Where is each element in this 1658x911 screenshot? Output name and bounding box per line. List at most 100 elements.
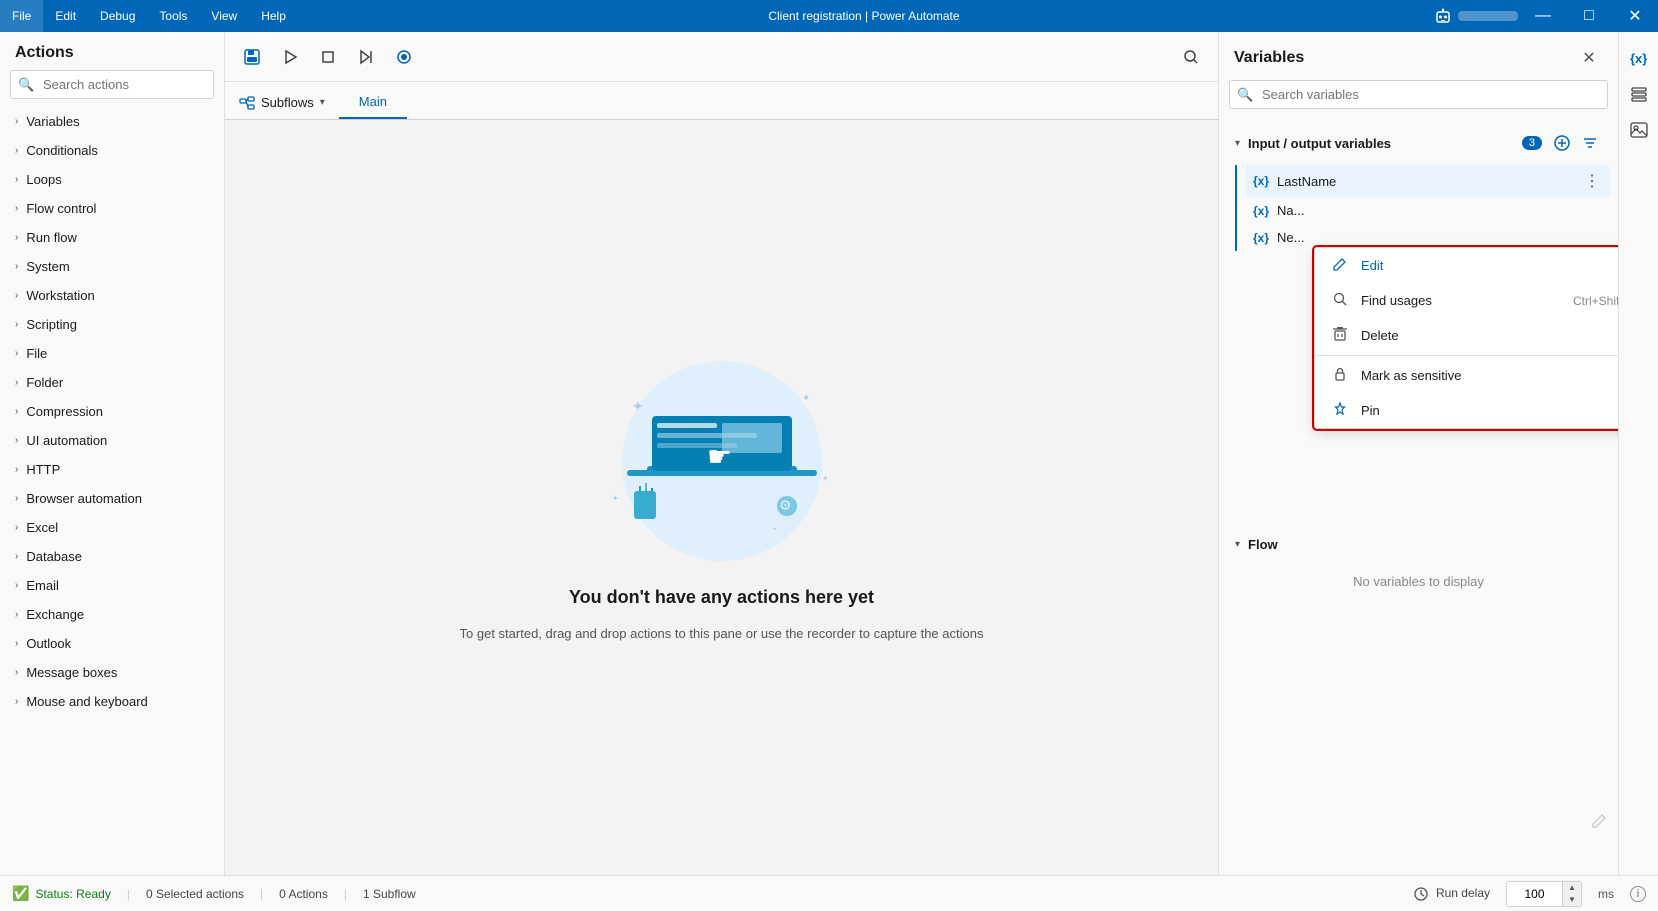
- toolbar: [225, 32, 1218, 82]
- actions-list: ›Variables›Conditionals›Loops›Flow contr…: [0, 107, 224, 875]
- status-bar: ✅ Status: Ready | 0 Selected actions | 0…: [0, 875, 1658, 911]
- step-button[interactable]: [349, 40, 383, 74]
- menu-edit[interactable]: Edit: [43, 0, 88, 32]
- action-item-excel[interactable]: ›Excel: [0, 513, 224, 542]
- action-item-flow-control[interactable]: ›Flow control: [0, 194, 224, 223]
- svg-text:{x}: {x}: [1630, 51, 1647, 66]
- action-item-scripting[interactable]: ›Scripting: [0, 310, 224, 339]
- action-chevron: ›: [15, 348, 18, 359]
- run-delay-down[interactable]: ▼: [1563, 894, 1581, 906]
- action-chevron: ›: [15, 609, 18, 620]
- close-button[interactable]: ✕: [1612, 0, 1658, 32]
- context-menu-mark-sensitive[interactable]: Mark as sensitive: [1315, 358, 1618, 393]
- minimize-button[interactable]: —: [1520, 0, 1566, 32]
- layers-icon-btn[interactable]: [1623, 78, 1655, 110]
- canvas-empty-title: You don't have any actions here yet: [569, 587, 874, 608]
- filter-variables-button[interactable]: [1578, 131, 1602, 155]
- action-item-run-flow[interactable]: ›Run flow: [0, 223, 224, 252]
- variables-close-button[interactable]: ✕: [1575, 44, 1603, 72]
- save-button[interactable]: [235, 40, 269, 74]
- flow-section-header[interactable]: ▾ Flow: [1227, 531, 1610, 558]
- variable-menu-button-lastname[interactable]: ⋮: [1582, 171, 1602, 191]
- app-container: Actions 🔍 ›Variables›Conditionals›Loops›…: [0, 32, 1658, 911]
- record-button[interactable]: [387, 40, 421, 74]
- run-button[interactable]: [273, 40, 307, 74]
- action-item-browser-automation[interactable]: ›Browser automation: [0, 484, 224, 513]
- search-variables-input[interactable]: [1229, 80, 1608, 109]
- delete-label: Delete: [1361, 328, 1607, 343]
- action-item-ui-automation[interactable]: ›UI automation: [0, 426, 224, 455]
- input-output-content: {x} LastName ⋮ {x} Na... {x} Ne...: [1235, 165, 1610, 251]
- action-item-http[interactable]: ›HTTP: [0, 455, 224, 484]
- action-item-database[interactable]: ›Database: [0, 542, 224, 571]
- stop-button[interactable]: [311, 40, 345, 74]
- menu-help[interactable]: Help: [249, 0, 298, 32]
- svg-text:✦: ✦: [612, 494, 619, 503]
- mark-sensitive-label: Mark as sensitive: [1361, 368, 1618, 383]
- run-delay-up[interactable]: ▲: [1563, 882, 1581, 894]
- action-item-compression[interactable]: ›Compression: [0, 397, 224, 426]
- actions-header: Actions: [0, 32, 224, 70]
- search-icon: 🔍: [18, 77, 34, 93]
- tab-main[interactable]: Main: [339, 86, 407, 119]
- add-variable-button[interactable]: [1550, 131, 1574, 155]
- variable-name-na: Na...: [1277, 203, 1602, 218]
- context-menu-edit[interactable]: Edit: [1315, 248, 1618, 283]
- ms-label: ms: [1598, 887, 1614, 901]
- variables-title: Variables: [1234, 49, 1304, 67]
- variables-list: ▾ Input / output variables 3: [1219, 117, 1618, 875]
- context-menu-find-usages[interactable]: Find usages Ctrl+Shift+F: [1315, 283, 1618, 318]
- variables-icon-btn[interactable]: {x}: [1623, 42, 1655, 74]
- svg-text:✦: ✦: [772, 526, 777, 533]
- action-chevron: ›: [15, 493, 18, 504]
- flow-chevron: ▾: [1235, 539, 1240, 550]
- menu-tools[interactable]: Tools: [147, 0, 199, 32]
- input-output-section: ▾ Input / output variables 3: [1227, 125, 1610, 251]
- titlebar: File Edit Debug Tools View Help Client r…: [0, 0, 1658, 32]
- action-item-loops[interactable]: ›Loops: [0, 165, 224, 194]
- menu-file[interactable]: File: [0, 0, 43, 32]
- maximize-button[interactable]: □: [1566, 0, 1612, 32]
- action-item-mouse-and-keyboard[interactable]: ›Mouse and keyboard: [0, 687, 224, 716]
- action-item-system[interactable]: ›System: [0, 252, 224, 281]
- action-chevron: ›: [15, 638, 18, 649]
- action-chevron: ›: [15, 232, 18, 243]
- subflows-chevron: ▾: [320, 97, 325, 108]
- action-item-conditionals[interactable]: ›Conditionals: [0, 136, 224, 165]
- variable-item-na[interactable]: {x} Na...: [1245, 197, 1610, 224]
- variable-item-lastname[interactable]: {x} LastName ⋮: [1245, 165, 1610, 197]
- input-output-section-header[interactable]: ▾ Input / output variables 3: [1227, 125, 1610, 161]
- status-icon: ✅: [12, 885, 29, 902]
- mark-sensitive-icon: [1331, 366, 1349, 385]
- user-avatar[interactable]: [1430, 0, 1520, 32]
- menu-view[interactable]: View: [199, 0, 249, 32]
- action-item-file[interactable]: ›File: [0, 339, 224, 368]
- run-delay-input[interactable]: [1507, 884, 1562, 904]
- action-chevron: ›: [15, 464, 18, 475]
- action-chevron: ›: [15, 116, 18, 127]
- pin-icon: [1331, 401, 1349, 420]
- context-menu-delete[interactable]: Delete Del: [1315, 318, 1618, 353]
- action-item-outlook[interactable]: ›Outlook: [0, 629, 224, 658]
- action-item-exchange[interactable]: ›Exchange: [0, 600, 224, 629]
- action-item-folder[interactable]: ›Folder: [0, 368, 224, 397]
- context-menu-pin[interactable]: Pin: [1315, 393, 1618, 428]
- toolbar-search-button[interactable]: [1174, 40, 1208, 74]
- canvas-illustration: ✦ ✦ ✦ ✦ ✦: [572, 351, 872, 571]
- action-item-message-boxes[interactable]: ›Message boxes: [0, 658, 224, 687]
- tabs-bar: Subflows ▾ Main: [225, 82, 1218, 120]
- search-actions-input[interactable]: [10, 70, 214, 99]
- canvas-empty-subtitle: To get started, drag and drop actions to…: [460, 624, 984, 645]
- menu-debug[interactable]: Debug: [88, 0, 147, 32]
- action-item-email[interactable]: ›Email: [0, 571, 224, 600]
- image-icon-btn[interactable]: [1623, 114, 1655, 146]
- svg-text:✦: ✦: [632, 398, 644, 414]
- action-item-workstation[interactable]: ›Workstation: [0, 281, 224, 310]
- action-chevron: ›: [15, 290, 18, 301]
- status-label: Status: Ready: [35, 887, 110, 901]
- subflow-count: 1 Subflow: [363, 887, 416, 901]
- action-item-variables[interactable]: ›Variables: [0, 107, 224, 136]
- subflows-button[interactable]: Subflows ▾: [225, 86, 339, 119]
- action-chevron: ›: [15, 522, 18, 533]
- info-icon[interactable]: i: [1630, 886, 1646, 902]
